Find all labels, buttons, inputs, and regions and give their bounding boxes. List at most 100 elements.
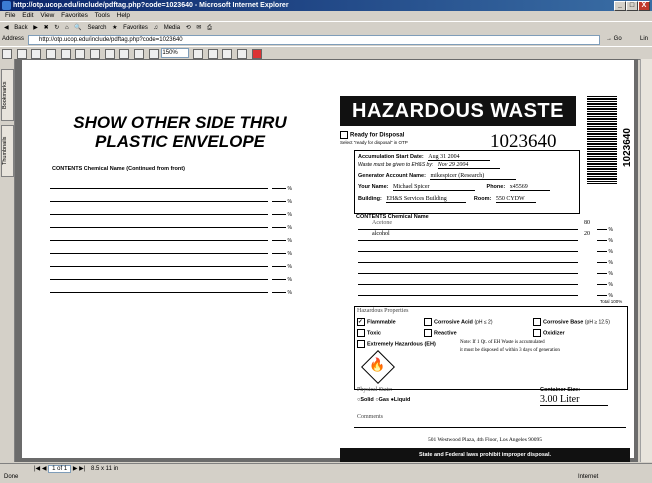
vertical-scrollbar[interactable] bbox=[640, 59, 652, 462]
home-icon[interactable]: ⌂ bbox=[65, 25, 69, 31]
actual-size-icon[interactable] bbox=[193, 49, 204, 59]
adobe-icon[interactable] bbox=[251, 49, 262, 59]
go-button[interactable]: → Go bbox=[606, 34, 622, 45]
oxidizer-checkbox[interactable] bbox=[533, 329, 541, 337]
ready-checkbox[interactable] bbox=[340, 131, 348, 139]
flame-icon: 🔥 bbox=[369, 357, 386, 372]
first-page-button[interactable]: |◀ bbox=[34, 466, 40, 472]
last-page-icon[interactable] bbox=[119, 49, 130, 59]
physical-state-label: Physical State: bbox=[357, 387, 393, 393]
chemical-name-2: alcohol bbox=[372, 231, 390, 237]
next-page-icon[interactable] bbox=[104, 49, 115, 59]
menu-tools[interactable]: Tools bbox=[95, 12, 110, 19]
last-page-button[interactable]: ▶| bbox=[79, 466, 85, 472]
print-icon[interactable]: ⎙ bbox=[207, 25, 212, 31]
corrosive-acid-label: Corrosive Acid bbox=[434, 319, 473, 326]
barcode-number: 1023640 bbox=[622, 128, 633, 168]
chemical-percent-line: % bbox=[597, 282, 613, 288]
building-label: Building: bbox=[358, 196, 382, 202]
corrosive-acid-checkbox[interactable] bbox=[424, 318, 432, 326]
tab-thumbnails[interactable]: Thumbnails bbox=[1, 125, 14, 177]
email-icon[interactable] bbox=[31, 49, 42, 59]
menu-help[interactable]: Help bbox=[117, 12, 130, 19]
phone-label: Phone: bbox=[486, 184, 506, 190]
toxic-label: Toxic bbox=[367, 330, 381, 337]
back-label: Back bbox=[14, 25, 28, 31]
menu-favorites[interactable]: Favorites bbox=[61, 12, 88, 19]
tab-bookmarks[interactable]: Bookmarks bbox=[1, 69, 14, 121]
continued-chemical-line bbox=[50, 292, 268, 293]
corrosive-acid-ph: (pH ≤ 2) bbox=[474, 319, 493, 326]
zoom-in-icon[interactable] bbox=[134, 49, 145, 59]
menu-view[interactable]: View bbox=[40, 12, 54, 19]
minimize-button[interactable]: _ bbox=[614, 1, 626, 11]
links-label[interactable]: Lin bbox=[640, 34, 648, 45]
chemical-line bbox=[358, 251, 578, 252]
stop-icon[interactable]: ✖ bbox=[44, 25, 49, 31]
menu-file[interactable]: File bbox=[5, 12, 15, 19]
chemical-line bbox=[358, 229, 578, 230]
room-value: 550 CYDW bbox=[495, 196, 536, 203]
history-icon[interactable]: ⟲ bbox=[186, 25, 191, 31]
flammable-label: Flammable bbox=[367, 319, 396, 326]
find-icon[interactable] bbox=[46, 49, 57, 59]
percent-sign: % bbox=[287, 186, 292, 192]
page-size-label: 8.5 x 11 in bbox=[91, 466, 119, 472]
state-liquid[interactable]: ●Liquid bbox=[391, 397, 411, 403]
print-icon[interactable] bbox=[16, 49, 27, 59]
state-gas[interactable]: ○Gas bbox=[375, 397, 389, 403]
refresh-icon[interactable]: ↻ bbox=[54, 25, 59, 31]
zoom-field[interactable]: 150% bbox=[161, 48, 190, 58]
close-button[interactable]: X bbox=[638, 1, 650, 11]
eh-note-line-1: Note: If 1 Qt. of EH Waste is accumulate… bbox=[460, 340, 545, 345]
corrosive-base-checkbox[interactable] bbox=[533, 318, 541, 326]
flammable-checkbox[interactable]: ✓ bbox=[357, 318, 365, 326]
next-page-button[interactable]: ▶ bbox=[73, 466, 78, 472]
prop-extremely-hazardous: Extremely Hazardous (EH) bbox=[357, 340, 436, 348]
continued-chemical-line bbox=[50, 201, 268, 202]
prop-oxidizer: Oxidizer bbox=[533, 329, 565, 337]
chemical-line bbox=[358, 295, 578, 296]
search-label: Search bbox=[87, 25, 107, 31]
maximize-button[interactable]: □ bbox=[626, 1, 638, 11]
favorites-button[interactable]: ★ Favorites bbox=[112, 25, 148, 31]
fit-page-icon[interactable] bbox=[207, 49, 218, 59]
continued-percent-line: % bbox=[272, 212, 292, 218]
address-line: 501 Westwood Plaza, 4th Floor, Los Angel… bbox=[428, 437, 542, 443]
percent-sign: % bbox=[287, 290, 292, 296]
forward-icon[interactable]: ▶ bbox=[33, 25, 38, 31]
heading-line-1: SHOW OTHER SIDE THRU bbox=[73, 113, 287, 132]
mail-icon[interactable]: ✉ bbox=[196, 25, 201, 31]
percent-sign: % bbox=[608, 227, 613, 233]
fit-width-icon[interactable] bbox=[222, 49, 233, 59]
extremely-hazardous-checkbox[interactable] bbox=[357, 340, 365, 348]
navigation-pane-tabs: Bookmarks Thumbnails bbox=[0, 59, 15, 462]
state-solid[interactable]: ○Solid bbox=[357, 397, 374, 403]
media-button[interactable]: ♫ Media bbox=[154, 25, 181, 31]
percent-sign: % bbox=[287, 251, 292, 257]
back-button[interactable]: ◀ Back bbox=[4, 25, 28, 31]
rotate-icon[interactable] bbox=[237, 49, 248, 59]
reactive-checkbox[interactable] bbox=[424, 329, 432, 337]
media-label: Media bbox=[163, 25, 181, 31]
hazardous-properties-label: Hazardous Properties bbox=[357, 308, 409, 314]
menu-edit[interactable]: Edit bbox=[22, 12, 33, 19]
first-page-icon[interactable] bbox=[75, 49, 86, 59]
zoom-out-icon[interactable] bbox=[148, 49, 159, 59]
continued-percent-line: % bbox=[272, 290, 292, 296]
building-value: EH&S Services Building bbox=[386, 196, 467, 203]
internet-explorer-icon bbox=[2, 1, 11, 10]
chemical-percent-line: % bbox=[597, 238, 613, 244]
prev-page-button[interactable]: ◀ bbox=[42, 466, 47, 472]
percent-sign: % bbox=[608, 282, 613, 288]
prev-page-icon[interactable] bbox=[90, 49, 101, 59]
chemical-pct-1: 80 bbox=[584, 220, 590, 226]
page-field[interactable]: 1 of 1 bbox=[48, 465, 72, 473]
extremely-hazardous-label: Extremely Hazardous (EH) bbox=[367, 341, 436, 348]
save-icon[interactable] bbox=[2, 49, 12, 59]
address-input[interactable]: http://otp.ucop.edu/include/pdftag.php?c… bbox=[28, 35, 600, 45]
continued-percent-line: % bbox=[272, 238, 292, 244]
hand-tool-icon[interactable] bbox=[60, 49, 71, 59]
toxic-checkbox[interactable] bbox=[357, 329, 365, 337]
search-button[interactable]: 🔍 Search bbox=[74, 25, 106, 31]
